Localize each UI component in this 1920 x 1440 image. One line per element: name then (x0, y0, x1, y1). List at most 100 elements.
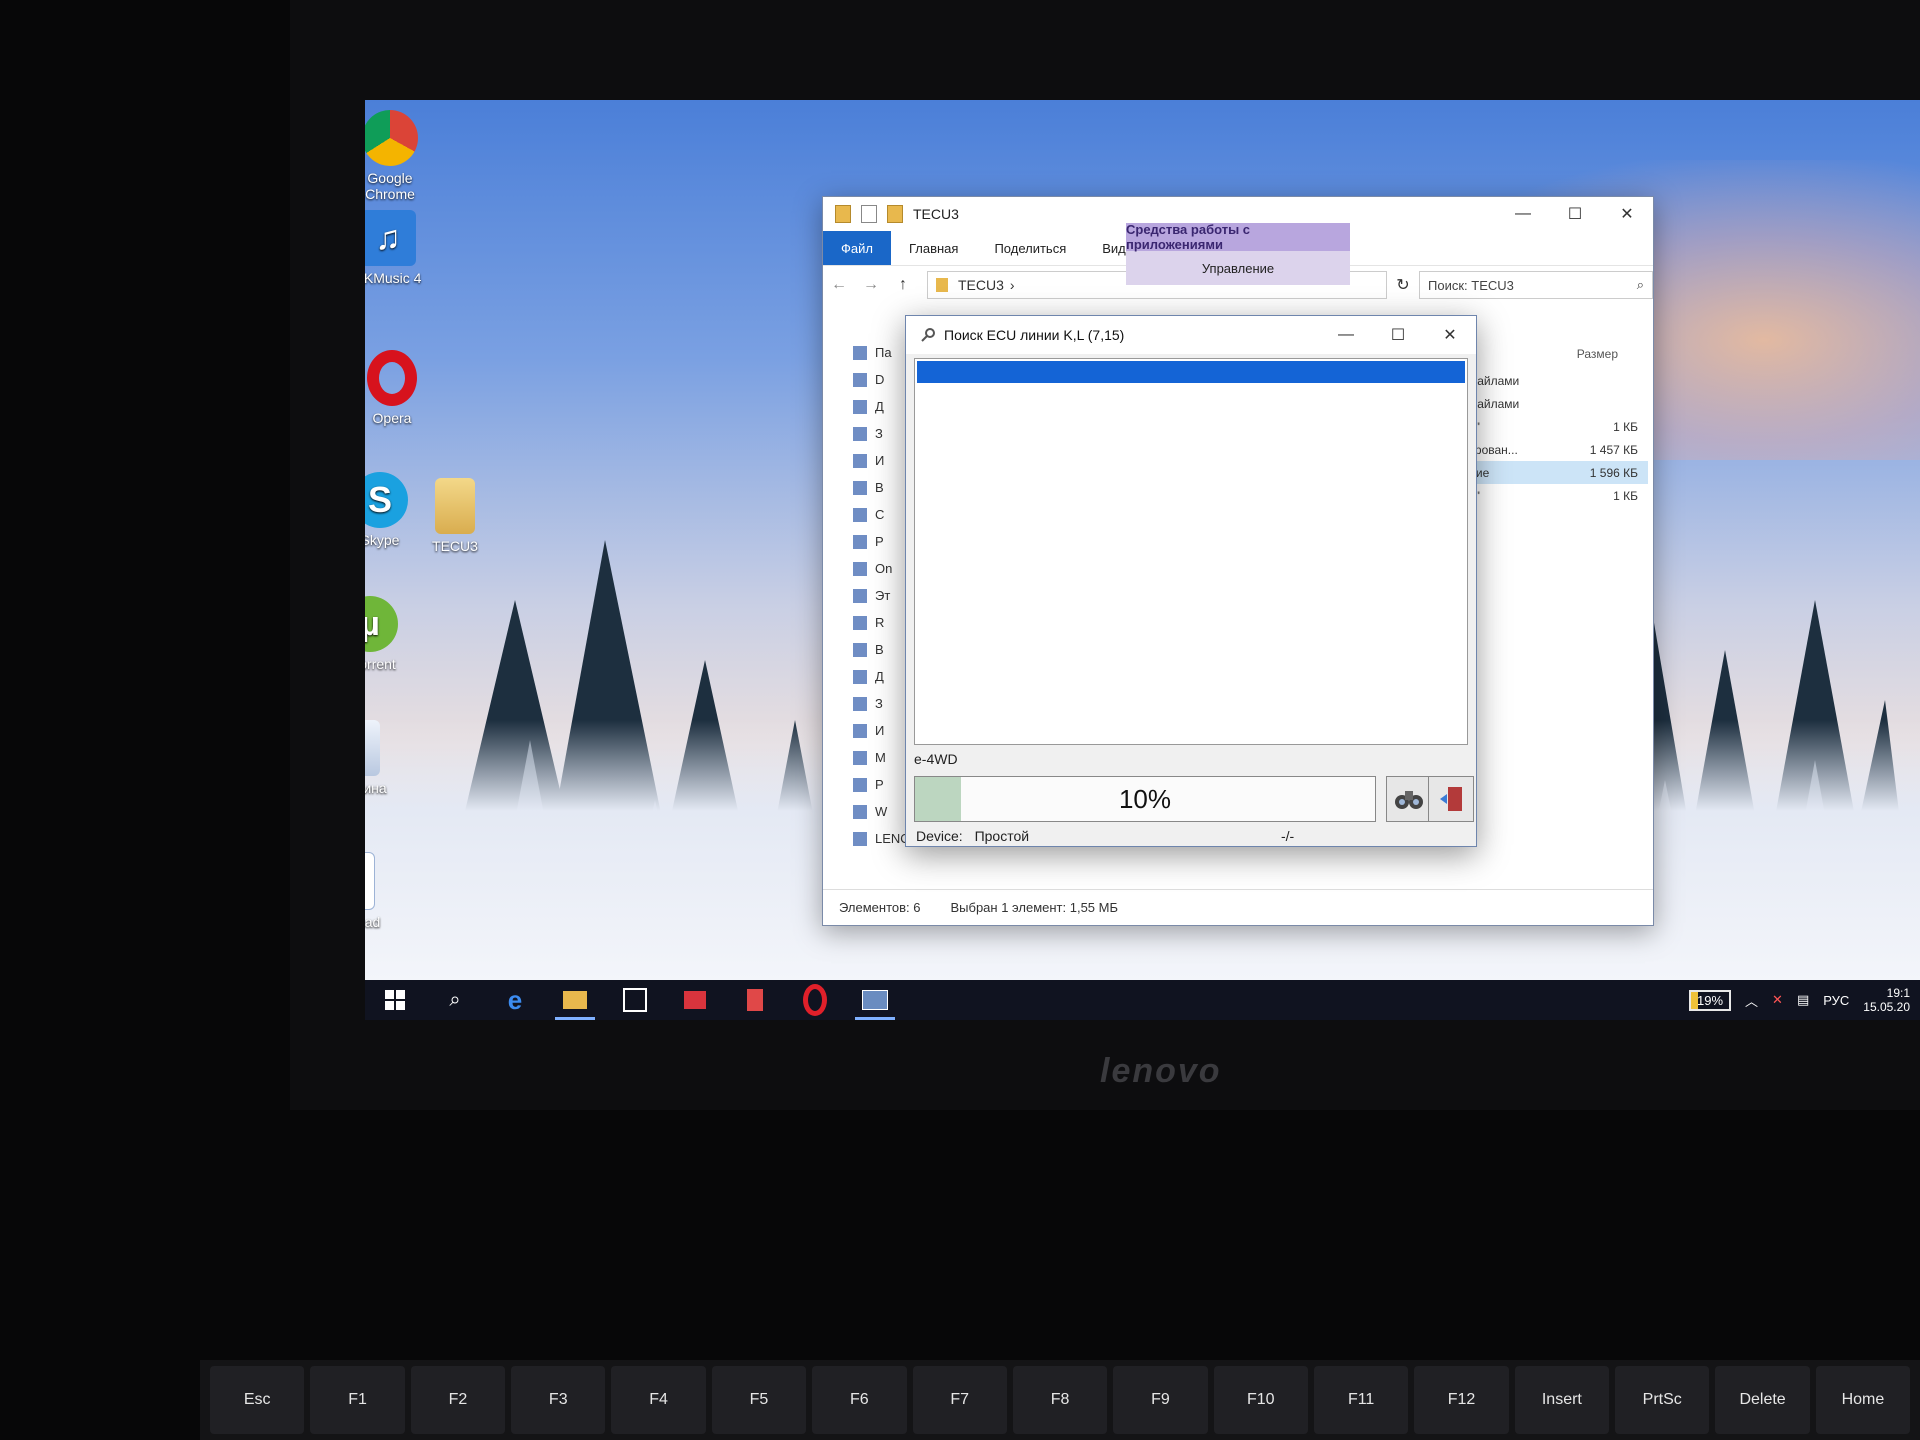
maximize-icon[interactable]: ☐ (1372, 316, 1424, 354)
key[interactable]: Insert (1514, 1366, 1610, 1434)
minimize-icon[interactable]: — (1497, 197, 1549, 231)
breadcrumb[interactable]: TECU3 (958, 277, 1004, 293)
key[interactable]: F1 (310, 1366, 405, 1434)
language-indicator[interactable]: РУС (1823, 993, 1849, 1008)
context-tab-group[interactable]: Средства работы с приложениями Управлени… (1126, 222, 1350, 285)
folder-icon (853, 750, 867, 765)
tab-manage[interactable]: Управление (1126, 251, 1350, 285)
key[interactable]: Home (1815, 1366, 1911, 1434)
desktop-icon-vkmusic[interactable]: ♫ VKMusic 4 (365, 210, 433, 286)
close-icon[interactable]: ✕ (1601, 197, 1653, 231)
desktop-screen: Google Chrome ♫ VKMusic 4 Opera S Skype … (365, 100, 1920, 1020)
key[interactable]: F9 (1113, 1366, 1208, 1434)
nav-item-label: Эт (875, 588, 891, 603)
key[interactable]: F8 (1012, 1366, 1108, 1434)
folder-icon (936, 278, 948, 292)
folder-icon (853, 372, 867, 387)
utorrent-icon: µ (365, 596, 398, 652)
taskbar-search-button[interactable]: ⌕ (425, 980, 485, 1020)
key[interactable]: PrtSc (1615, 1366, 1710, 1434)
file-size: 1 596 КБ (1589, 465, 1638, 480)
key[interactable]: F3 (511, 1366, 606, 1434)
key[interactable]: F4 (611, 1366, 706, 1434)
nav-item-label: Па (875, 345, 892, 360)
nav-item-label: И (875, 723, 885, 738)
key[interactable]: Esc (210, 1366, 305, 1434)
status-item-count: Элементов: 6 (839, 900, 921, 915)
clock[interactable]: 19:1 15.05.20 (1863, 986, 1910, 1014)
desktop-icon-recycle-bin[interactable]: Корзина (365, 720, 405, 796)
taskbar-store[interactable] (605, 980, 665, 1020)
notification-icon[interactable]: ▤ (1797, 992, 1809, 1008)
desktop-icon-opera[interactable]: Opera (365, 350, 437, 426)
network-icon[interactable]: ✕ (1772, 992, 1783, 1008)
folder-icon (853, 534, 867, 549)
taskbar-edge[interactable]: e (485, 980, 545, 1020)
nav-item-label: W (875, 804, 888, 819)
key[interactable]: F2 (410, 1366, 506, 1434)
nav-item-label: R (875, 615, 885, 630)
key[interactable]: F5 (711, 1366, 807, 1434)
search-icon: ⌕ (449, 988, 461, 1011)
explorer-title: TECU3 (913, 206, 959, 222)
folder-icon (853, 669, 867, 684)
taskbar-tecu3[interactable] (845, 980, 905, 1020)
laptop-brand-logo: lenovo (1100, 1052, 1222, 1090)
nav-item-label: З (875, 696, 883, 711)
battery-indicator[interactable]: 19% (1688, 989, 1732, 1011)
ecu-list[interactable] (914, 358, 1468, 745)
properties-icon[interactable] (861, 205, 877, 223)
up-arrow-icon[interactable]: ↑ (887, 276, 919, 294)
folder-icon (853, 480, 867, 495)
store-icon (623, 988, 647, 1012)
close-icon[interactable]: ✕ (1424, 316, 1476, 354)
key[interactable]: F11 (1313, 1366, 1409, 1434)
taskbar-opera[interactable] (785, 980, 845, 1020)
context-tab-title: Средства работы с приложениями (1126, 222, 1350, 252)
tab-home[interactable]: Главная (891, 231, 976, 265)
nav-item-label: В (875, 642, 884, 657)
tab-file[interactable]: Файл (823, 231, 891, 265)
key[interactable]: F6 (812, 1366, 907, 1434)
search-icon: ⌕ (1636, 277, 1644, 292)
search-input[interactable]: Поиск: TECU3 ⌕ (1419, 271, 1653, 299)
forward-arrow-icon[interactable]: → (855, 276, 887, 294)
refresh-icon[interactable]: ↻ (1387, 275, 1419, 295)
back-arrow-icon[interactable]: ← (823, 276, 855, 294)
dialog-window-controls: — ☐ ✕ (1320, 316, 1476, 354)
desktop-icon-utorrent[interactable]: µ µTorrent (365, 596, 415, 672)
search-progress-bar: 10% (914, 776, 1376, 822)
chrome-icon (365, 110, 418, 166)
status-bar: Элементов: 6 Выбран 1 элемент: 1,55 МБ (823, 889, 1653, 925)
explorer-window-controls: — ☐ ✕ (1497, 197, 1653, 231)
taskbar-explorer[interactable] (545, 980, 605, 1020)
nav-item-label: On (875, 561, 893, 576)
new-folder-icon[interactable] (887, 205, 903, 223)
device-label: Device: (916, 828, 963, 844)
status-selection: Выбран 1 элемент: 1,55 МБ (950, 900, 1118, 915)
list-item-selected[interactable] (917, 361, 1465, 383)
start-button[interactable] (365, 980, 425, 1020)
folder-icon (853, 426, 867, 441)
chevron-up-icon[interactable]: ︿ (1745, 991, 1758, 1010)
folder-icon (853, 804, 867, 819)
taskbar-app-red[interactable] (725, 980, 785, 1020)
key[interactable]: F10 (1213, 1366, 1308, 1434)
system-tray: 19% ︿ ✕ ▤ РУС 19:1 15.05.20 (1688, 980, 1910, 1020)
desktop-icon-tecu3[interactable]: TECU3 (410, 478, 500, 554)
folder-icon (835, 205, 851, 223)
tab-share[interactable]: Поделиться (976, 231, 1084, 265)
key[interactable]: F7 (912, 1366, 1007, 1434)
folder-icon (853, 453, 867, 468)
minimize-icon[interactable]: — (1320, 316, 1372, 354)
binoculars-button[interactable] (1386, 776, 1432, 822)
book-icon (684, 991, 706, 1009)
nav-item-label: В (875, 480, 884, 495)
maximize-icon[interactable]: ☐ (1549, 197, 1601, 231)
taskbar-reader[interactable] (665, 980, 725, 1020)
desktop-icon-wordpad[interactable]: A Wordpad (365, 852, 397, 930)
exit-button[interactable] (1428, 776, 1474, 822)
key[interactable]: Delete (1715, 1366, 1810, 1434)
key[interactable]: F12 (1414, 1366, 1509, 1434)
desktop-icon-chrome[interactable]: Google Chrome (365, 110, 435, 202)
